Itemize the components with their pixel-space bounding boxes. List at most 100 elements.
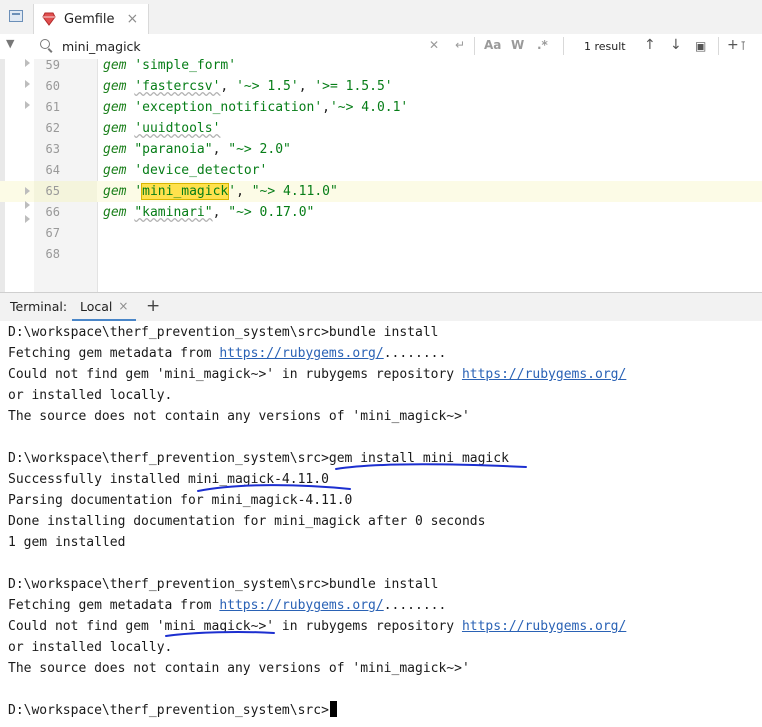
code-token: ' [228,184,237,199]
line-number: 62 [45,121,60,135]
line-number: 65 [45,184,60,198]
previous-occurrence-icon[interactable]: ↑ [644,37,656,53]
close-tab-icon[interactable]: × [127,11,139,27]
clear-search-icon[interactable]: ✕ [429,38,439,52]
divider [474,37,475,55]
code-token: , [322,100,330,115]
code-token: 'simple_form' [134,59,237,73]
divider [718,37,719,55]
code-token: '~> 4.0.1' [329,100,409,115]
terminal-text: Done installing documentation for mini_m… [8,514,486,529]
code-token: "~> 2.0" [228,142,291,157]
terminal-line: D:\workspace\therf_prevention_system\src… [8,448,509,469]
tab-gemfile-label: Gemfile [64,11,115,27]
code-token: ' [134,184,143,199]
chevron-down-icon[interactable]: ▼ [6,37,14,50]
close-tab-icon[interactable]: × [118,299,128,313]
filter-icon[interactable]: ⊺ [740,39,746,53]
terminal-text: Fetching gem metadata from [8,598,220,613]
code-line: 67 [0,223,762,244]
tab-gemfile[interactable]: Gemfile × [33,4,150,34]
terminal-cursor [329,701,337,717]
code-line: 63 gem "paranoia", "~> 2.0" [0,139,762,160]
terminal-text: ........ [383,598,447,613]
terminal-text: Could not find gem 'mini_magick~>' in ru… [8,619,462,634]
code-token: , [220,79,237,94]
new-terminal-tab-button[interactable]: + [146,296,160,316]
code-token: 'uuidtools' [134,121,221,136]
result-count: 1 result [584,40,626,53]
line-number: 68 [45,247,60,261]
project-view-icon[interactable] [9,10,23,22]
terminal-line: Successfully installed mini_magick-4.11.… [8,469,329,490]
code-line: 60 gem 'fastercsv', '~> 1.5', '>= 1.5.5' [0,76,762,97]
code-token: , [298,79,315,94]
code-text: gem 'fastercsv', '~> 1.5', '>= 1.5.5' [103,76,393,97]
terminal-link[interactable]: https://rubygems.org/ [219,346,383,361]
code-line: 65 gem 'mini_magick', "~> 4.11.0" [0,181,762,202]
find-bar: ▼ ✕ ↵ Aa W .* 1 result ↑ ↓ ▣ + ⊺ [0,34,762,60]
code-token: , [212,205,229,220]
terminal-tab-bar: Terminal: Local × + [0,292,762,322]
whole-words-toggle[interactable]: W [511,38,524,52]
terminal-line: Could not find gem 'mini_magick~>' in ru… [8,616,626,637]
line-number: 64 [45,163,60,177]
ruby-gem-icon [42,12,56,26]
terminal-line: D:\workspace\therf_prevention_system\src… [8,574,438,595]
code-line: 66 gem "kaminari", "~> 0.17.0" [0,202,762,223]
terminal-text: Parsing documentation for mini_magick-4.… [8,493,353,508]
terminal-line: Parsing documentation for mini_magick-4.… [8,490,352,511]
code-token: , [212,142,229,157]
code-token: gem [103,163,127,178]
regex-toggle[interactable]: .* [537,38,548,52]
terminal-line: The source does not contain any versions… [8,658,470,679]
terminal-line: or installed locally. [8,385,172,406]
terminal-line: D:\workspace\therf_prevention_system\src… [8,322,438,343]
code-text: gem 'uuidtools' [103,118,220,139]
new-line-icon[interactable]: ↵ [455,38,465,52]
terminal-text: Successfully installed mini_magick-4.11.… [8,472,329,487]
terminal-text: D:\workspace\therf_prevention_system\src… [8,577,439,592]
search-match: mini_magick [141,183,230,200]
code-editor[interactable]: 59 gem 'simple_form' 60 gem 'fastercsv', '~… [0,59,762,292]
terminal-text: The source does not contain any versions… [8,661,470,676]
terminal-text: D:\workspace\therf_prevention_system\src… [8,325,439,340]
code-line: 64 gem 'device_detector' [0,160,762,181]
code-token: gem [103,121,127,136]
line-number: 61 [45,100,60,114]
terminal-title: Terminal: [10,299,68,314]
search-input[interactable] [62,36,412,56]
code-token: gem [103,59,127,73]
line-number: 59 [45,59,60,72]
terminal-link[interactable]: https://rubygems.org/ [219,598,383,613]
terminal-text: D:\workspace\therf_prevention_system\src… [8,451,509,466]
select-all-occurrences-icon[interactable]: ▣ [695,39,706,53]
terminal-link[interactable]: https://rubygems.org/ [462,367,626,382]
terminal-line: Fetching gem metadata from https://rubyg… [8,343,446,364]
terminal-output[interactable]: D:\workspace\therf_prevention_system\src… [0,321,762,727]
terminal-line: Done installing documentation for mini_m… [8,511,485,532]
match-case-toggle[interactable]: Aa [484,38,501,52]
terminal-link[interactable]: https://rubygems.org/ [462,619,626,634]
next-occurrence-icon[interactable]: ↓ [670,37,682,53]
code-line: 59 gem 'simple_form' [0,59,762,76]
code-line: 61 gem 'exception_notification','~> 4.0.1… [0,97,762,118]
terminal-text: Fetching gem metadata from [8,346,220,361]
code-token: "~> 0.17.0" [228,205,315,220]
tab-local-label: Local [80,298,113,314]
code-token: , [236,184,252,199]
code-line: 68 [0,244,762,265]
terminal-text: Could not find gem 'mini_magick~>' in ru… [8,367,462,382]
code-line: 62 gem 'uuidtools' [0,118,762,139]
code-token: gem [103,205,127,220]
search-icon[interactable] [40,39,50,49]
terminal-text: or installed locally. [8,640,173,655]
terminal-line: Could not find gem 'mini_magick~>' in ru… [8,364,626,385]
add-selection-icon[interactable]: + [727,37,739,53]
line-number: 67 [45,226,60,240]
code-text: gem "kaminari", "~> 0.17.0" [103,202,314,223]
code-token: gem [103,79,127,94]
terminal-text: or installed locally. [8,388,173,403]
line-number: 60 [45,79,60,93]
tab-local[interactable]: Local × [72,293,137,321]
